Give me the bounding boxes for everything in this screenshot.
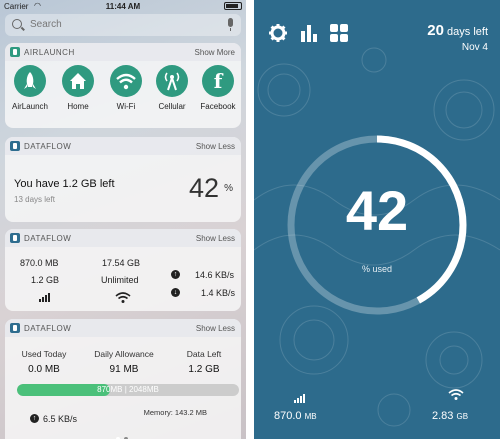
- wifi-plan-value: Unlimited: [101, 275, 139, 285]
- wifi-icon: [110, 65, 142, 97]
- battery-icon: [224, 2, 242, 10]
- wifi-usage: 2.83 GB: [432, 410, 468, 422]
- daily-allowance-label: Daily Allowance: [94, 349, 154, 359]
- home-icon: [62, 65, 94, 97]
- days-left-text: 13 days left: [14, 195, 55, 204]
- data-left-label: Data Left: [186, 349, 222, 359]
- widget-title: DATAFLOW: [24, 324, 72, 333]
- daily-allowance-value: 91 MB: [109, 364, 139, 375]
- shortcut-label: Cellular: [158, 102, 186, 111]
- cellular-signal-icon: [39, 293, 51, 302]
- shortcut-airlaunch[interactable]: AirLaunch: [7, 65, 53, 111]
- cellular-signal-icon: [294, 390, 308, 408]
- status-bar: Carrier ◠ 11:44 AM: [0, 0, 246, 12]
- widget-header: AIRLAUNCH Show More: [5, 43, 241, 61]
- memory-usage-text: Memory: 143.2 MB: [143, 408, 207, 417]
- widget-title: AIRLAUNCH: [24, 48, 75, 57]
- widget-header: DATAFLOW Show Less: [5, 229, 241, 247]
- screenshot-root: Carrier ◠ 11:44 AM Search AIRLAUNCH Show…: [0, 0, 500, 439]
- today-view: Carrier ◠ 11:44 AM Search AIRLAUNCH Show…: [0, 0, 246, 439]
- wifi-usage-value: 2.83: [432, 410, 454, 422]
- days-left-text: days left: [447, 26, 488, 38]
- wifi-status-icon: [115, 291, 131, 309]
- cellular-left-value: 1.2 GB: [31, 275, 60, 285]
- upload-arrow-icon: ↑: [171, 270, 180, 279]
- days-left-indicator: 20 days left: [427, 22, 488, 39]
- shortcut-facebook[interactable]: f Facebook: [195, 65, 241, 111]
- percent-used-value: 42: [345, 179, 409, 242]
- widget-title: DATAFLOW: [24, 142, 72, 151]
- usage-progress-bar: 870MB | 2048MB: [17, 384, 239, 396]
- dataflow-detail-widget: DATAFLOW Show Less 870.0 MB 1.2 GB 17.54…: [5, 229, 241, 311]
- rocket-icon: [14, 65, 46, 97]
- shortcut-label: Home: [67, 102, 89, 111]
- usage-progress-text: 870MB | 2048MB: [97, 385, 159, 394]
- search-placeholder: Search: [30, 19, 62, 30]
- wifi-used-value: 17.54 GB: [102, 258, 141, 268]
- widget-header: DATAFLOW Show Less: [5, 137, 241, 155]
- cellular-used-value: 870.0 MB: [20, 258, 59, 268]
- shortcut-home[interactable]: Home: [55, 65, 101, 111]
- cycle-end-date: Nov 4: [461, 42, 488, 53]
- wifi-usage-unit: GB: [456, 412, 469, 421]
- search-bar[interactable]: Search: [5, 14, 241, 36]
- dataflow-app-screen: 20 days left Nov 4 42 % used 870.0 MB 2.…: [254, 0, 500, 439]
- days-left-number: 20: [427, 22, 444, 39]
- clock: 11:44 AM: [105, 2, 141, 11]
- show-less-button[interactable]: Show Less: [196, 142, 235, 151]
- cellular-usage-value: 870.0: [274, 410, 302, 422]
- shortcut-wifi[interactable]: Wi-Fi: [103, 65, 149, 111]
- airlaunch-widget: AIRLAUNCH Show More AirLaunch Home Wi-Fi…: [5, 43, 241, 128]
- shortcut-label: Wi-Fi: [116, 102, 136, 111]
- cellular-usage-unit: MB: [304, 412, 317, 421]
- widgets-grid-icon[interactable]: [330, 24, 348, 47]
- speed-value: 6.5 KB/s: [43, 414, 78, 424]
- shortcut-label: Facebook: [200, 102, 236, 111]
- show-less-button[interactable]: Show Less: [196, 234, 235, 243]
- download-arrow-icon: ↓: [171, 288, 180, 297]
- percent-used-value: 42: [188, 173, 219, 203]
- airlaunch-app-icon: [10, 47, 20, 57]
- cellular-tower-icon: [156, 65, 188, 97]
- dataflow-app-icon: [10, 141, 20, 151]
- wifi-icon: [448, 388, 464, 406]
- percent-used-label: % used: [361, 264, 393, 274]
- used-today-column: Used Today 0.0 MB: [17, 349, 71, 375]
- search-icon: [12, 19, 22, 29]
- dataflow-allowance-widget: DATAFLOW Show Less Used Today 0.0 MB Dai…: [5, 319, 241, 439]
- shortcut-cellular[interactable]: Cellular: [149, 65, 195, 111]
- dataflow-app-icon: [10, 323, 20, 333]
- page-indicator: [114, 428, 130, 439]
- stats-bar-chart-icon[interactable]: [300, 23, 318, 48]
- shortcut-row: AirLaunch Home Wi-Fi Cellular f Facebook: [5, 65, 241, 125]
- data-left-column: Data Left 1.2 GB: [177, 349, 231, 375]
- show-more-button[interactable]: Show More: [195, 48, 235, 57]
- used-today-label: Used Today: [21, 349, 67, 359]
- data-left-message: You have 1.2 GB left: [14, 178, 115, 190]
- cellular-usage: 870.0 MB: [274, 410, 317, 422]
- shortcut-label: AirLaunch: [11, 102, 49, 111]
- microphone-icon[interactable]: [228, 18, 233, 31]
- percent-sign: %: [224, 183, 233, 194]
- widget-title: DATAFLOW: [24, 234, 72, 243]
- show-less-button[interactable]: Show Less: [196, 324, 235, 333]
- daily-allowance-column: Daily Allowance 91 MB: [87, 349, 161, 375]
- facebook-icon: f: [202, 65, 234, 97]
- upload-arrow-icon: ↑: [30, 414, 39, 423]
- widget-header: DATAFLOW Show Less: [5, 319, 241, 337]
- data-left-value: 1.2 GB: [188, 364, 220, 375]
- upload-speed-value: 14.6 KB/s: [195, 270, 235, 280]
- settings-gear-icon[interactable]: [268, 23, 288, 48]
- dataflow-app-icon: [10, 233, 20, 243]
- used-today-value: 0.0 MB: [28, 364, 60, 375]
- download-speed-value: 1.4 KB/s: [201, 288, 236, 298]
- dataflow-summary-widget: DATAFLOW Show Less You have 1.2 GB left …: [5, 137, 241, 222]
